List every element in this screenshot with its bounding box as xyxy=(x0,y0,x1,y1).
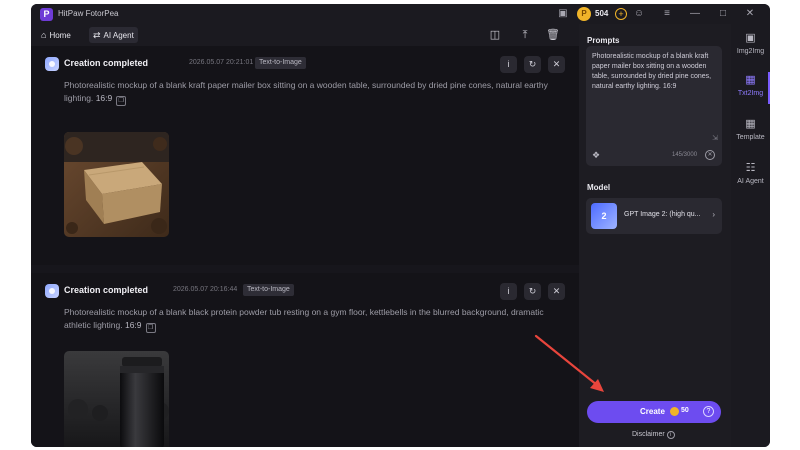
menu-icon[interactable]: ≡ xyxy=(661,7,673,21)
nav-ai-agent[interactable]: ☷ AI Agent xyxy=(731,158,770,196)
title-bar: P HitPaw FotorPea ▣ P 504 + ☺ ≡ — □ ✕ xyxy=(31,4,770,24)
regenerate-icon[interactable]: ↻ xyxy=(524,56,541,73)
info-icon[interactable]: i xyxy=(500,283,517,300)
generated-image-protein-tub[interactable] xyxy=(64,351,169,447)
prompt-enhance-icon[interactable]: ❖ xyxy=(592,150,602,160)
text-image-icon: ▦ xyxy=(745,74,756,86)
tab-ai-agent-label: AI Agent xyxy=(103,31,134,40)
delete-icon[interactable]: ✕ xyxy=(548,283,565,300)
nav-img2img-label: Img2Img xyxy=(736,48,765,55)
coin-icon: P xyxy=(577,7,591,21)
chevron-right-icon: › xyxy=(712,210,715,219)
prompt-input-text[interactable]: Photorealistic mockup of a blank kraft p… xyxy=(592,52,716,92)
card-ratio: 16:9 xyxy=(124,320,142,330)
ai-avatar-icon xyxy=(45,284,59,298)
help-icon[interactable]: ? xyxy=(703,406,714,417)
home-icon: ⌂ xyxy=(41,30,47,40)
nav-template[interactable]: ▦ Template xyxy=(731,114,770,152)
card-actions: i ↻ ✕ xyxy=(500,56,566,73)
tab-home[interactable]: ⌂ Home xyxy=(37,27,75,43)
card-timestamp: 2026.05.07 20:21:01 xyxy=(189,59,254,66)
info-icon: i xyxy=(666,431,675,439)
model-thumbnail: 2 xyxy=(591,203,617,229)
app-logo-icon: P xyxy=(40,8,53,21)
card-title: Creation completed xyxy=(64,285,149,295)
card-actions: i ↻ ✕ xyxy=(500,283,566,300)
disclaimer-link[interactable]: Disclaimer i xyxy=(632,431,675,439)
upload-icon[interactable]: ⤒ xyxy=(517,27,533,43)
nav-img2img[interactable]: ▣ Img2Img xyxy=(731,28,770,66)
copy-icon[interactable]: ❐ xyxy=(145,323,156,333)
card-mode-tag: Text-to-Image xyxy=(243,284,294,296)
credit-count: 504 xyxy=(595,9,609,18)
creation-card: Creation completed 2026.05.07 20:16:44 T… xyxy=(31,273,579,447)
model-label: Model xyxy=(587,183,611,192)
prompt-input[interactable]: Photorealistic mockup of a blank kraft p… xyxy=(586,46,722,166)
nav-txt2img-label: Txt2Img xyxy=(737,90,764,97)
app-title: HitPaw FotorPea xyxy=(58,9,119,18)
app-window: P HitPaw FotorPea ▣ P 504 + ☺ ≡ — □ ✕ ⌂ H… xyxy=(31,4,770,447)
copy-icon[interactable]: ❐ xyxy=(116,96,127,106)
card-prompt-text: Photorealistic mockup of a blank kraft p… xyxy=(64,80,548,103)
creation-feed: Creation completed 2026.05.07 20:21:01 T… xyxy=(31,46,579,447)
card-mode-tag: Text-to-Image xyxy=(255,57,306,69)
user-avatar-icon[interactable]: ☺ xyxy=(633,7,645,21)
char-count: 145/3000 xyxy=(672,152,698,158)
disclaimer-label: Disclaimer xyxy=(632,431,665,438)
message-icon[interactable]: ▣ xyxy=(557,7,569,21)
swap-icon: ⇄ xyxy=(93,30,101,40)
model-selector[interactable]: 2 GPT Image 2: (high qu... › xyxy=(586,198,722,234)
card-ratio: 16:9 xyxy=(95,93,113,103)
tab-ai-agent[interactable]: ⇄ AI Agent xyxy=(89,27,138,43)
nav-txt2img[interactable]: ▦ Txt2Img xyxy=(731,70,770,108)
nav-ai-agent-label: AI Agent xyxy=(737,178,764,185)
create-button[interactable]: Create 50 ? xyxy=(587,401,721,423)
close-icon[interactable]: ✕ xyxy=(744,7,756,21)
chat-icon: ☷ xyxy=(745,162,756,174)
delete-icon[interactable]: ✕ xyxy=(548,56,565,73)
maximize-icon[interactable]: □ xyxy=(717,7,729,21)
credit-balance[interactable]: P 504 + xyxy=(577,7,627,21)
tab-home-label: Home xyxy=(49,31,71,40)
resize-handle-icon[interactable]: ⇲ xyxy=(712,134,718,142)
card-timestamp: 2026.05.07 20:16:44 xyxy=(173,286,238,293)
side-nav: ▣ Img2Img ▦ Txt2Img ▦ Template ☷ AI Agen… xyxy=(731,24,770,447)
minimize-icon[interactable]: — xyxy=(689,7,701,21)
create-cost: 50 xyxy=(681,407,689,414)
generated-image-kraft-box[interactable] xyxy=(64,132,169,237)
top-toolbar: ⌂ Home ⇄ AI Agent ◫ ⤒ 🗑 xyxy=(31,24,579,46)
model-name: GPT Image 2: (high qu... xyxy=(624,211,701,218)
trash-icon[interactable]: 🗑 xyxy=(545,27,561,43)
card-title: Creation completed xyxy=(64,58,149,68)
image-icon: ▣ xyxy=(745,32,756,44)
prompts-label: Prompts xyxy=(587,36,620,45)
compare-icon[interactable]: ◫ xyxy=(487,27,503,43)
add-credits-icon[interactable]: + xyxy=(615,8,627,20)
grid-icon: ▦ xyxy=(745,118,756,130)
card-prompt: Photorealistic mockup of a blank kraft p… xyxy=(64,79,569,106)
settings-panel: Prompts Photorealistic mockup of a blank… xyxy=(579,24,731,447)
nav-template-label: Template xyxy=(736,134,765,141)
info-icon[interactable]: i xyxy=(500,56,517,73)
create-button-label: Create xyxy=(640,407,665,416)
creation-card: Creation completed 2026.05.07 20:21:01 T… xyxy=(31,46,579,265)
regenerate-icon[interactable]: ↻ xyxy=(524,283,541,300)
coin-icon xyxy=(670,407,679,416)
card-prompt: Photorealistic mockup of a blank black p… xyxy=(64,306,569,333)
clear-prompt-icon[interactable]: ✕ xyxy=(705,150,715,160)
ai-avatar-icon xyxy=(45,57,59,71)
